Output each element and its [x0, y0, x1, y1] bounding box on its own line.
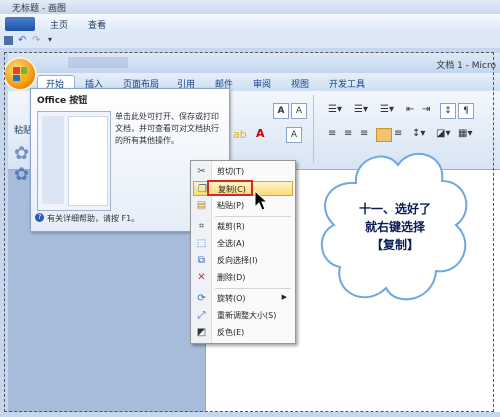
save-icon[interactable] [4, 36, 13, 45]
paint-title-bar: 无标题 - 画图 [0, 0, 500, 14]
undo-icon[interactable]: ↶ [18, 35, 26, 46]
paint-tab-home[interactable]: 主页 [50, 18, 68, 31]
paint-tab-view[interactable]: 查看 [88, 18, 106, 31]
paint-ribbon-tabs: 主页 查看 [0, 14, 500, 35]
customize-qat-icon[interactable]: ▾ [48, 35, 52, 44]
paint-window-title: 无标题 - 画图 [12, 4, 66, 14]
redo-icon[interactable]: ↷ [32, 35, 40, 46]
selection-rectangle[interactable] [4, 52, 494, 412]
paint-quick-access-toolbar: ↶ ↷ ▾ [0, 34, 500, 49]
paint-app-menu-button[interactable] [5, 17, 35, 31]
watermark: Baidu经验 [400, 376, 468, 391]
